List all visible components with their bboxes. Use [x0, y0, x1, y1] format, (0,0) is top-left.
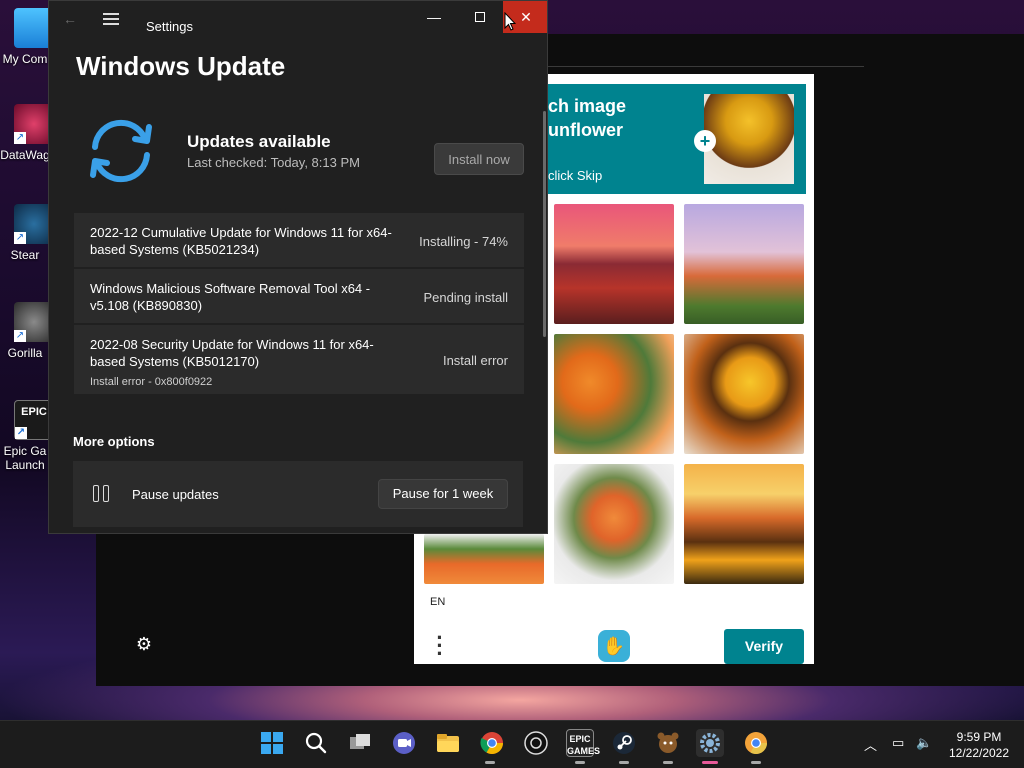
settings-gear-taskbar-icon[interactable]	[696, 729, 724, 757]
captcha-image-tile[interactable]	[684, 334, 804, 454]
captcha-image-tile[interactable]	[554, 334, 674, 454]
app-icon[interactable]	[522, 729, 550, 757]
captcha-image-tile[interactable]	[554, 204, 674, 324]
update-status: Installing - 74%	[419, 234, 508, 249]
more-options-heading: More options	[73, 434, 155, 449]
desktop-icon-my-computer[interactable]: My Com	[0, 8, 54, 66]
desktop-icon-datawag[interactable]: ↗ DataWag	[0, 104, 54, 162]
minimize-button[interactable]: —	[411, 1, 457, 33]
hamburger-menu-icon[interactable]	[103, 13, 119, 25]
captcha-prompt-line: unflower	[548, 120, 623, 140]
taskbar-running-indicator	[575, 761, 585, 764]
captcha-image-tile[interactable]	[684, 464, 804, 584]
system-clock[interactable]: 9:59 PM 12/22/2022	[944, 729, 1014, 761]
maximize-button[interactable]	[457, 1, 503, 33]
captcha-skip-hint: click Skip	[548, 168, 603, 183]
pause-for-week-button[interactable]: Pause for 1 week	[378, 479, 508, 509]
captcha-image-tile[interactable]	[554, 464, 674, 584]
desktop-icon-epic-games[interactable]: EPIC ↗ Epic Ga Launch	[0, 400, 54, 472]
captcha-prompt-line: ch image	[548, 96, 627, 116]
more-vertical-icon[interactable]: · · ·	[432, 627, 448, 665]
verify-button[interactable]: Verify	[724, 629, 804, 664]
task-view-icon[interactable]	[346, 729, 374, 757]
page-title: Windows Update	[76, 51, 286, 81]
update-error-code: Install error - 0x800f0922	[90, 376, 213, 388]
taskbar: EPIC GAMES ︿ ▭ 🔈 9:59 PM 12/22/2022	[0, 720, 1024, 768]
windows-start-icon[interactable]	[258, 729, 286, 757]
plus-icon[interactable]: +	[694, 130, 716, 152]
steam-taskbar-icon[interactable]	[610, 729, 638, 757]
chevron-up-icon[interactable]: ︿	[864, 735, 877, 754]
hcaptcha-logo-icon: ✋	[598, 630, 630, 662]
title-bar[interactable]: ← Settings — ✕	[49, 1, 547, 35]
epic-games-taskbar-icon[interactable]: EPIC GAMES	[566, 729, 600, 757]
captcha-image-tile[interactable]	[424, 534, 544, 584]
update-name: Windows Malicious Software Removal Tool …	[90, 281, 371, 313]
desktop-icon-label: DataWag	[0, 148, 50, 162]
update-row[interactable]: 2022-08 Security Update for Windows 11 f…	[74, 325, 524, 396]
desktop-icon-label: My Com	[2, 52, 48, 66]
shortcut-arrow-icon: ↗	[15, 427, 27, 439]
file-explorer-icon[interactable]	[434, 729, 462, 757]
update-list: 2022-12 Cumulative Update for Windows 11…	[74, 213, 524, 396]
taskbar-active-indicator	[702, 761, 718, 764]
update-status-title: Updates available	[187, 132, 331, 151]
update-status: Pending install	[423, 290, 508, 305]
last-checked-text: Last checked: Today, 8:13 PM	[187, 155, 360, 170]
pause-updates-row: Pause updates Pause for 1 week	[73, 461, 523, 527]
chrome-canary-icon[interactable]	[742, 729, 770, 757]
captcha-prompt-header: ch image unflower click Skip +	[548, 84, 806, 194]
taskbar-running-indicator	[663, 761, 673, 764]
taskbar-running-indicator	[485, 761, 495, 764]
shortcut-arrow-icon: ↗	[14, 132, 26, 144]
mouse-cursor-icon	[504, 12, 516, 31]
divider	[548, 66, 864, 67]
taskbar-running-indicator	[751, 761, 761, 764]
install-now-button[interactable]: Install now	[434, 143, 524, 175]
bear-app-icon[interactable]	[654, 729, 682, 757]
network-icon[interactable]: ▭	[892, 735, 904, 751]
back-arrow-icon[interactable]: ←	[63, 11, 77, 27]
meet-video-icon[interactable]	[390, 729, 418, 757]
shortcut-arrow-icon: ↗	[14, 232, 26, 244]
desktop-icon-label: Epic Ga Launch	[3, 444, 47, 472]
settings-window: ← Settings — ✕ Windows Update Updates av…	[48, 0, 548, 534]
update-row[interactable]: 2022-12 Cumulative Update for Windows 11…	[74, 213, 524, 269]
update-status: Install error	[442, 353, 508, 368]
desktop-icon-label: Stear	[10, 248, 40, 262]
volume-icon[interactable]: 🔈	[916, 735, 932, 751]
search-icon[interactable]	[302, 729, 330, 757]
shortcut-arrow-icon: ↗	[14, 330, 26, 342]
desktop-icon-gorilla[interactable]: ↗ Gorilla	[0, 302, 54, 360]
pause-icon	[93, 485, 111, 503]
taskbar-running-indicator	[619, 761, 629, 764]
chrome-icon[interactable]	[478, 729, 506, 757]
clock-time: 9:59 PM	[956, 730, 1002, 744]
captcha-sample-image	[704, 94, 794, 184]
desktop-icon-label: Gorilla	[7, 346, 43, 360]
desktop-icon-steam[interactable]: ↗ Stear	[0, 204, 54, 262]
clock-date: 12/22/2022	[948, 746, 1010, 760]
update-row[interactable]: Windows Malicious Software Removal Tool …	[74, 269, 524, 325]
maximize-icon	[475, 12, 485, 22]
language-selector[interactable]: EN	[430, 596, 445, 608]
sync-icon	[90, 119, 152, 183]
scrollbar[interactable]	[543, 111, 546, 337]
captcha-image-tile[interactable]	[684, 204, 804, 324]
pause-updates-label: Pause updates	[132, 487, 219, 502]
window-title: Settings	[146, 19, 193, 34]
update-name: 2022-12 Cumulative Update for Windows 11…	[90, 225, 392, 257]
gear-icon[interactable]: ⚙	[134, 634, 154, 654]
update-name: 2022-08 Security Update for Windows 11 f…	[90, 337, 374, 369]
